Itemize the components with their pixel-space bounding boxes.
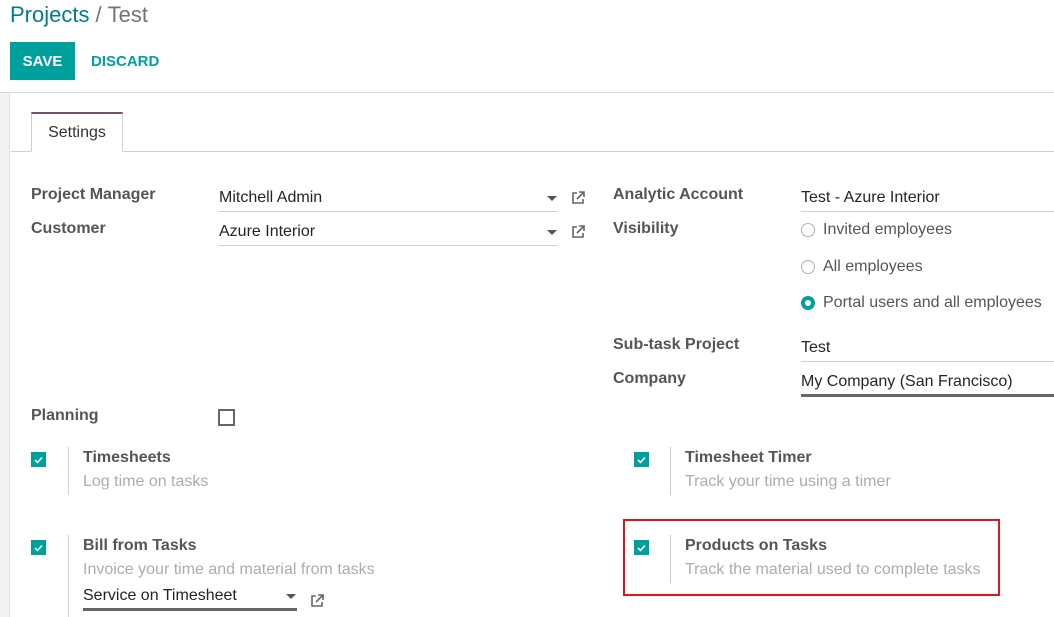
tabs-divider [11,151,1054,152]
customer-dropdown-caret-icon[interactable] [547,230,557,235]
option-divider [68,447,69,495]
checkmark-icon [34,456,43,464]
left-gutter [0,93,10,617]
customer-field[interactable]: Azure Interior [219,219,557,246]
planning-label: Planning [31,407,99,424]
discard-button[interactable]: DISCARD [83,42,167,80]
timesheet-timer-checkbox[interactable] [634,452,649,467]
service-product-field[interactable]: Service on Timesheet [83,585,297,611]
breadcrumb-separator: / [95,2,102,27]
visibility-option-portal-users[interactable]: Portal users and all employees [801,294,1042,312]
project-manager-external-link-icon[interactable] [570,190,586,206]
save-button[interactable]: SAVE [10,42,75,80]
tab-settings[interactable]: Settings [31,112,123,152]
service-product-dropdown-caret-icon[interactable] [286,594,296,599]
visibility-option-all-employees[interactable]: All employees [801,258,923,276]
company-field[interactable]: My Company (San Francisco) [801,369,1054,397]
subtask-project-field[interactable]: Test [801,335,1054,362]
planning-checkbox[interactable] [218,409,235,426]
visibility-option-label: Portal users and all employees [823,294,1042,311]
customer-label: Customer [31,220,106,237]
timesheets-checkbox[interactable] [31,452,46,467]
timesheets-title: Timesheets [83,449,171,466]
analytic-account-field[interactable]: Test - Azure Interior [801,185,1054,212]
breadcrumb-projects-link[interactable]: Projects [10,2,89,27]
subtask-project-value: Test [801,339,831,356]
bill-from-tasks-checkbox[interactable] [31,540,46,555]
radio-unselected-icon[interactable] [801,223,815,237]
checkmark-icon [637,456,646,464]
timesheet-timer-description: Track your time using a timer [685,473,891,490]
customer-external-link-icon[interactable] [570,224,586,240]
project-manager-dropdown-caret-icon[interactable] [547,196,557,201]
visibility-label: Visibility [613,220,679,237]
analytic-account-label: Analytic Account [613,186,744,203]
analytic-account-value: Test - Azure Interior [801,189,940,206]
service-product-value: Service on Timesheet [83,587,237,604]
timesheet-timer-title: Timesheet Timer [685,449,812,466]
option-divider [68,535,69,617]
customer-value: Azure Interior [219,223,316,240]
highlight-annotation-box [623,519,1000,596]
project-manager-field[interactable]: Mitchell Admin [219,185,557,212]
company-label: Company [613,370,686,387]
checkmark-icon [34,544,43,552]
timesheets-description: Log time on tasks [83,473,209,490]
breadcrumb: Projects / Test [10,1,148,29]
visibility-option-invited-employees[interactable]: Invited employees [801,221,952,239]
visibility-option-label: Invited employees [823,221,952,238]
project-manager-value: Mitchell Admin [219,189,323,206]
service-product-external-link-icon[interactable] [309,593,325,609]
bill-from-tasks-title: Bill from Tasks [83,537,197,554]
visibility-option-label: All employees [823,258,923,275]
radio-unselected-icon[interactable] [801,260,815,274]
bill-from-tasks-description: Invoice your time and material from task… [83,561,375,578]
option-divider [670,447,671,495]
subtask-project-label: Sub-task Project [613,336,740,353]
project-manager-label: Project Manager [31,186,156,203]
radio-selected-icon[interactable] [801,296,815,310]
company-value: My Company (San Francisco) [801,373,1013,390]
breadcrumb-current: Test [107,2,148,27]
